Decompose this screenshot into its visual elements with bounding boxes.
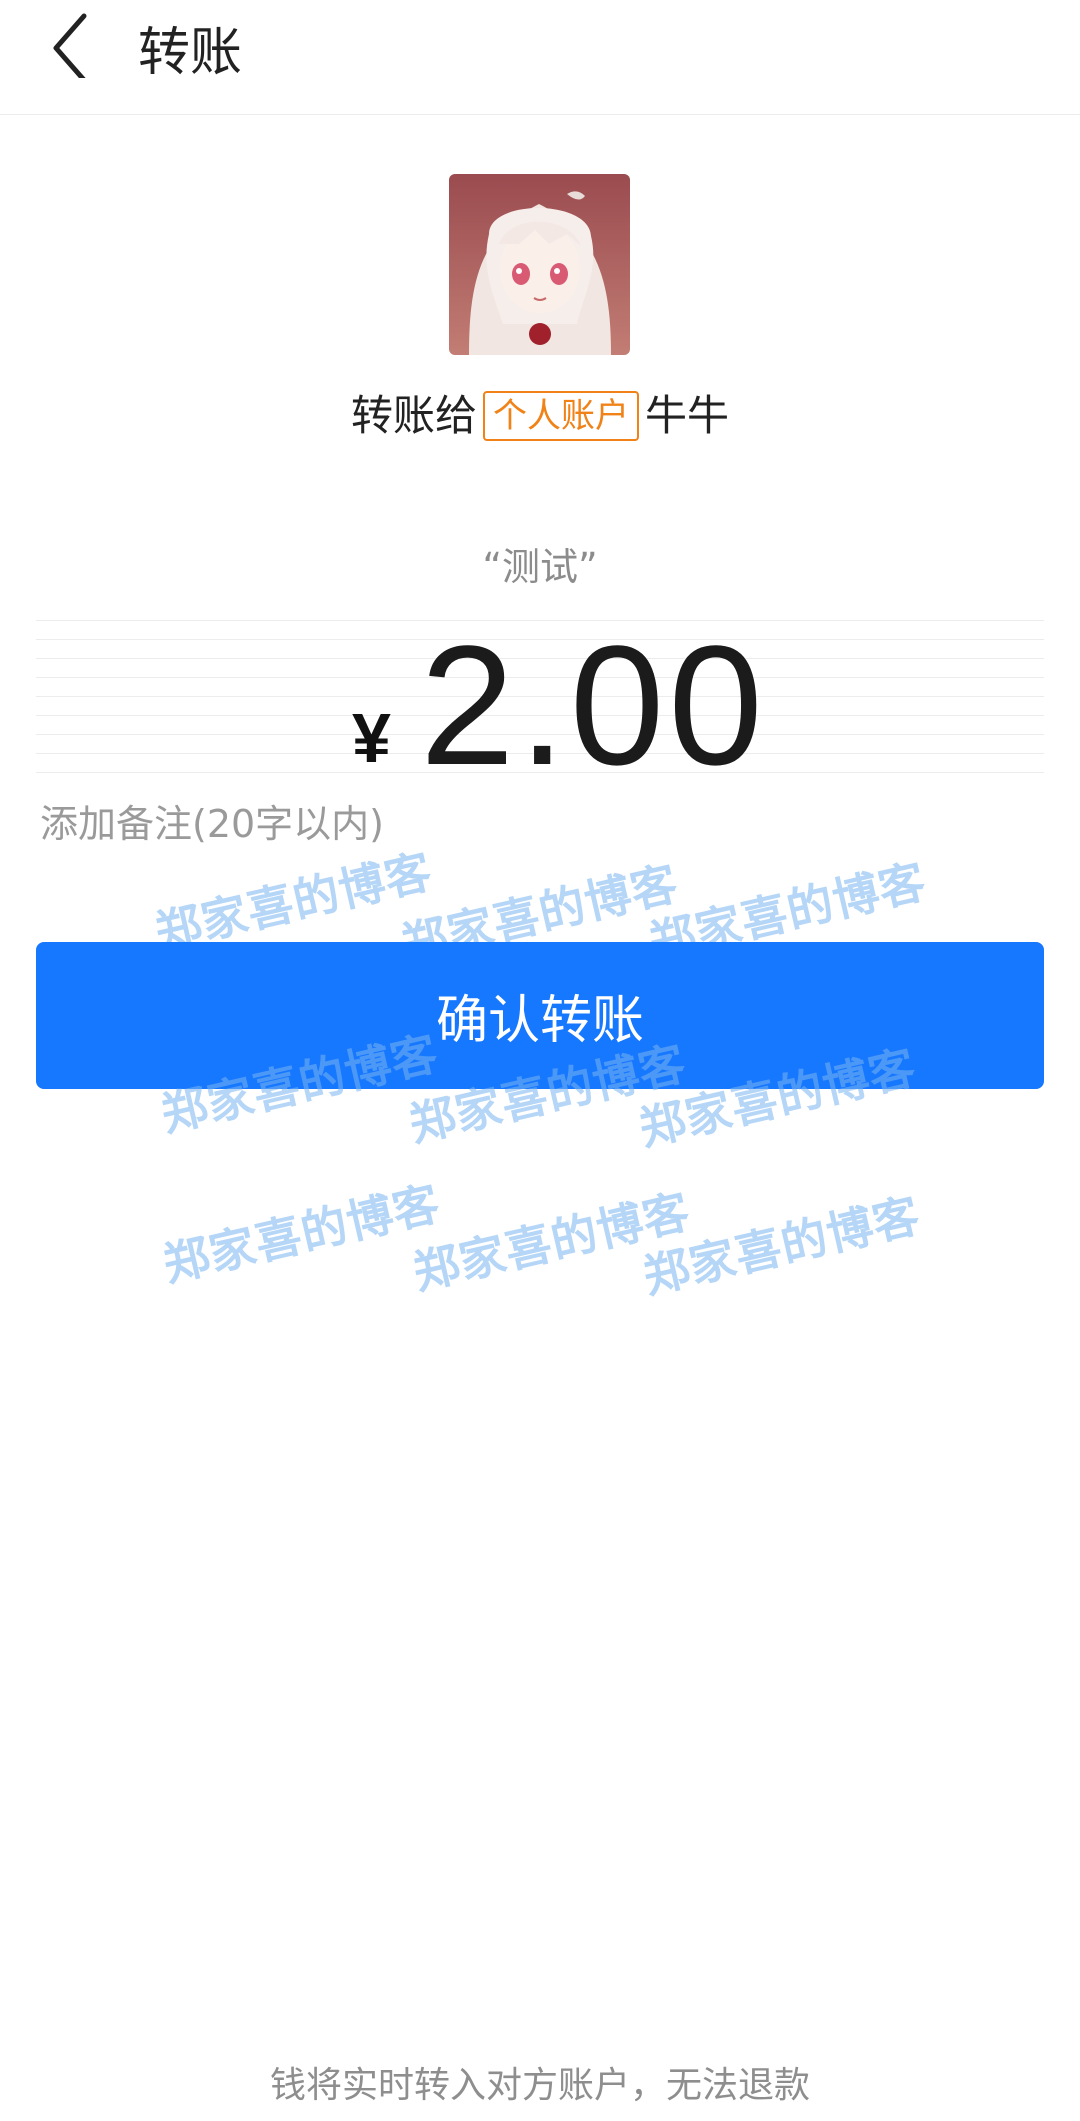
- footer-note: 钱将实时转入对方账户，无法退款: [269, 2065, 810, 2106]
- account-type-badge: 个人账户: [483, 390, 639, 441]
- header-bar: 转账: [0, 0, 1080, 115]
- watermark-text: 郑家喜的博客: [158, 1175, 446, 1292]
- watermark-text: 郑家喜的博客: [408, 1183, 696, 1300]
- chevron-left-icon: [53, 13, 87, 83]
- amount-value: 2.00: [420, 611, 767, 801]
- recipient-line: 转账给 个人账户 牛牛: [0, 382, 1080, 444]
- amount-display: ¥ 2.00: [36, 611, 1044, 801]
- memo-text: “测试”: [482, 545, 598, 589]
- recipient-name: 牛牛: [645, 391, 730, 440]
- remark-input[interactable]: [40, 802, 1040, 846]
- confirm-transfer-button[interactable]: 确认转账: [36, 942, 1044, 1089]
- recipient-avatar: [449, 174, 630, 355]
- page-title: 转账: [138, 23, 243, 83]
- transfer-to-label: 转账给: [350, 391, 477, 440]
- watermark-text: 郑家喜的博客: [638, 1187, 926, 1304]
- back-button[interactable]: [40, 8, 100, 83]
- currency-symbol: ¥: [352, 699, 391, 777]
